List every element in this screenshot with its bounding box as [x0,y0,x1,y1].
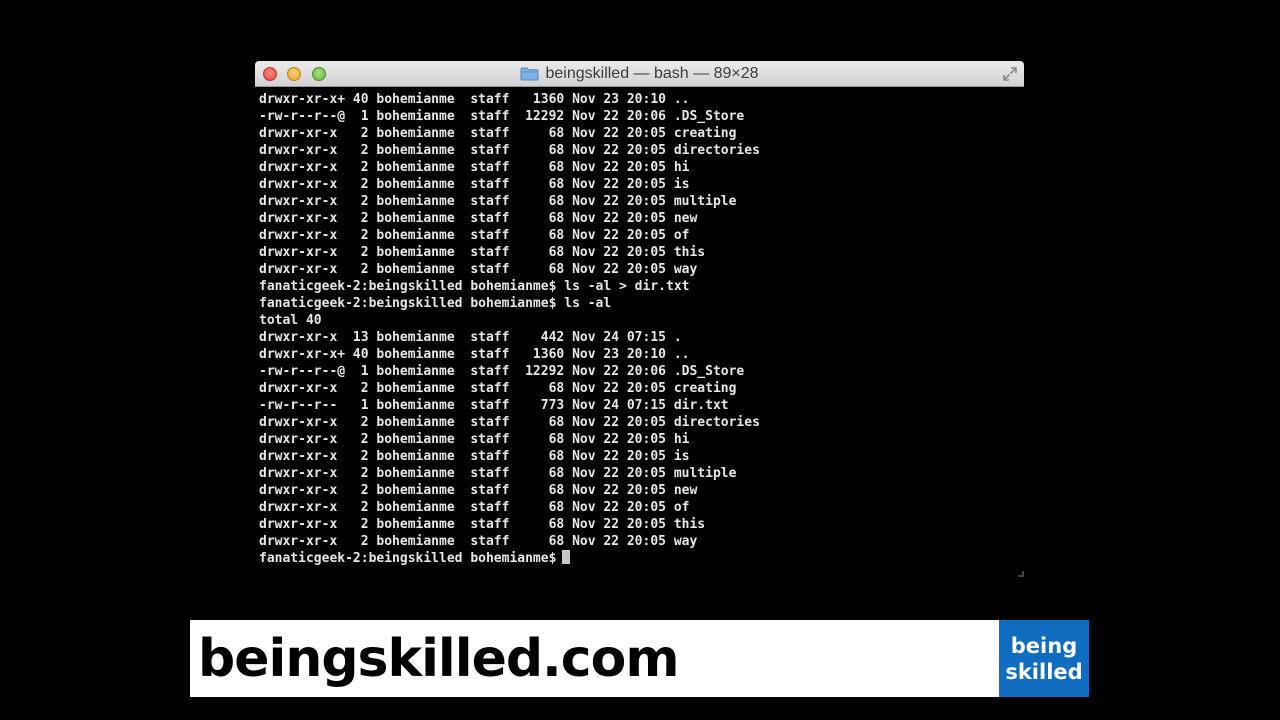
terminal-line: drwxr-xr-x 2 bohemianme staff 68 Nov 22 … [259,143,760,158]
folder-icon [520,67,539,81]
terminal-line: drwxr-xr-x 2 bohemianme staff 68 Nov 22 … [259,534,698,549]
terminal-line: drwxr-xr-x 2 bohemianme staff 68 Nov 22 … [259,500,690,515]
terminal-line: drwxr-xr-x 2 bohemianme staff 68 Nov 22 … [259,262,698,277]
logo-word-being: being [1010,633,1078,658]
terminal-line: drwxr-xr-x 2 bohemianme staff 68 Nov 22 … [259,126,737,141]
terminal-line: drwxr-xr-x+ 40 bohemianme staff 1360 Nov… [259,347,690,362]
terminal-line: drwxr-xr-x 2 bohemianme staff 68 Nov 22 … [259,415,760,430]
brand-logo: being skilled [999,620,1089,697]
terminal-prompt-line[interactable]: fanaticgeek-2:beingskilled bohemianme$ [259,550,1019,567]
shell-prompt: fanaticgeek-2:beingskilled bohemianme$ [259,551,557,566]
resize-handle-icon[interactable] [1018,571,1024,577]
terminal-line: fanaticgeek-2:beingskilled bohemianme$ l… [259,279,690,294]
terminal-line: drwxr-xr-x 2 bohemianme staff 68 Nov 22 … [259,245,706,260]
terminal-line: fanaticgeek-2:beingskilled bohemianme$ l… [259,296,612,311]
terminal-line: -rw-r--r--@ 1 bohemianme staff 12292 Nov… [259,364,745,379]
site-name: beingskilled.com [198,629,680,689]
terminal-line: drwxr-xr-x+ 40 bohemianme staff 1360 Nov… [259,92,690,107]
terminal-line: drwxr-xr-x 2 bohemianme staff 68 Nov 22 … [259,432,690,447]
terminal-line: total 40 [259,313,322,328]
terminal-line: drwxr-xr-x 2 bohemianme staff 68 Nov 22 … [259,211,698,226]
terminal-line: drwxr-xr-x 2 bohemianme staff 68 Nov 22 … [259,381,737,396]
terminal-line: drwxr-xr-x 2 bohemianme staff 68 Nov 22 … [259,466,737,481]
terminal-line: -rw-r--r--@ 1 bohemianme staff 12292 Nov… [259,109,745,124]
terminal-line: drwxr-xr-x 13 bohemianme staff 442 Nov 2… [259,330,682,345]
terminal-window: beingskilled — bash — 89×28 drwxr-xr-x+ … [255,61,1024,577]
terminal-line: drwxr-xr-x 2 bohemianme staff 68 Nov 22 … [259,228,690,243]
terminal-output[interactable]: drwxr-xr-x+ 40 bohemianme staff 1360 Nov… [259,91,1019,573]
fullscreen-arrows-icon[interactable] [1002,66,1018,82]
window-title-wrap: beingskilled — bash — 89×28 [255,61,1024,87]
terminal-line: drwxr-xr-x 2 bohemianme staff 68 Nov 22 … [259,177,690,192]
terminal-line: drwxr-xr-x 2 bohemianme staff 68 Nov 22 … [259,160,690,175]
terminal-line: drwxr-xr-x 2 bohemianme staff 68 Nov 22 … [259,194,737,209]
text-cursor [562,550,571,564]
brand-banner: beingskilled.com being skilled [190,620,1089,697]
terminal-line: drwxr-xr-x 2 bohemianme staff 68 Nov 22 … [259,517,706,532]
terminal-line: -rw-r--r-- 1 bohemianme staff 773 Nov 24… [259,398,729,413]
window-titlebar[interactable]: beingskilled — bash — 89×28 [255,61,1024,87]
terminal-line: drwxr-xr-x 2 bohemianme staff 68 Nov 22 … [259,449,690,464]
window-title: beingskilled — bash — 89×28 [545,65,759,82]
logo-word-skilled: skilled [1005,659,1083,684]
terminal-line: drwxr-xr-x 2 bohemianme staff 68 Nov 22 … [259,483,698,498]
